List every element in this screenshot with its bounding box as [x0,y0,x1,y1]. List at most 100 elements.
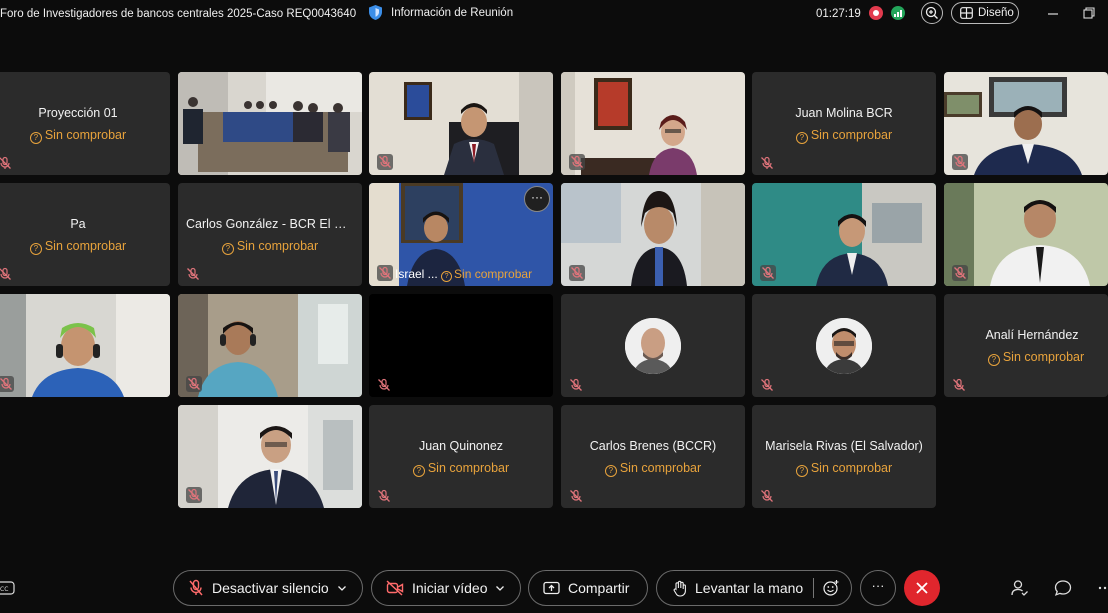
chat-icon[interactable] [1053,578,1073,598]
status-unverified: ? Sin comprobar [561,461,745,477]
meeting-title: Foro de Investigadores de bancos central… [0,8,357,20]
video-tile-woman-lanyard[interactable] [561,183,745,286]
minimize-icon[interactable] [1046,6,1060,20]
close-icon [916,582,928,594]
participant-name: Juan Molina BCR [795,106,893,120]
video-frame [369,72,553,175]
video-tile-man-suit-desk[interactable] [178,405,362,508]
leave-meeting-button[interactable] [904,570,940,606]
muted-mic-icon [761,378,773,391]
muted-mic-icon [186,487,202,503]
muted-mic-icon [186,376,202,392]
muted-mic-icon [570,489,582,502]
unmute-label: Desactivar silencio [212,580,329,596]
share-button[interactable]: Compartir [528,570,648,606]
captions-icon[interactable]: CC [0,578,16,598]
participant-tile-juan-molina[interactable]: Juan Molina BCR ? Sin comprobar [752,72,936,175]
meeting-info-label: Información de Reunión [391,6,514,19]
more-toolbar-icon[interactable] [1096,578,1108,598]
start-video-button[interactable]: Iniciar vídeo [371,570,521,606]
hand-icon [673,580,686,597]
video-tile-man-teal-wall[interactable] [752,183,936,286]
participant-name: Proyección 01 [38,106,118,120]
video-tile-man-suit-office[interactable] [369,72,553,175]
muted-mic-icon [0,156,11,169]
video-tile-man-white-shirt[interactable] [944,183,1108,286]
muted-mic-icon [0,267,11,280]
participant-tile-avatar-glasses[interactable] [752,294,936,397]
participant-name: Pa [70,217,86,231]
muted-mic-icon [952,154,968,170]
video-frame [944,183,1108,286]
video-tile-conference-room[interactable] [178,72,362,175]
status-unverified: ? Sin comprobar [178,239,362,255]
video-tile-woman-glasses[interactable] [561,72,745,175]
muted-mic-icon [953,378,965,391]
video-tile-israel[interactable]: ··· Israel ... ? Sin comprobar [369,183,553,286]
question-icon: ? [795,465,808,477]
divider [813,578,815,598]
question-icon: ? [29,132,42,144]
participant-tile-pa[interactable]: Pa ? Sin comprobar [0,183,170,286]
participant-tile-carlos-gonzalez[interactable]: Carlos González - BCR El Salvador ?Sin c… [178,183,362,286]
participant-tile-carlos-brenes[interactable]: Carlos Brenes (BCCR) ? Sin comprobar [561,405,745,508]
connection-stats-icon[interactable] [891,6,905,20]
question-icon: ? [604,465,617,477]
video-tile-man-headset-office[interactable] [178,294,362,397]
muted-mic-icon [569,154,585,170]
question-icon: ? [221,243,234,255]
participant-tile-juan-quinonez[interactable]: Juan Quinonez ? Sin comprobar [369,405,553,508]
participant-name: Carlos González - BCR El Salvador [186,217,362,231]
muted-mic-icon [187,267,199,280]
participant-name: Marisela Rivas (El Salvador) [765,439,923,453]
chevron-down-icon[interactable] [337,583,347,593]
participant-tile-marisela-rivas[interactable]: Marisela Rivas (El Salvador) ? Sin compro… [752,405,936,508]
muted-mic-icon [0,376,14,392]
meeting-timer: 01:27:19 [816,8,861,20]
video-frame [561,72,745,175]
muted-mic-icon [760,265,776,281]
video-off-icon [386,580,404,596]
participant-tile-proyeccion[interactable]: Proyección 01 ? Sin comprobar [0,72,170,175]
question-icon: ? [987,354,1000,366]
status-unverified: ? Sin comprobar [752,128,936,144]
more-options-button[interactable]: ··· [860,570,896,606]
more-options-icon[interactable]: ··· [524,186,550,212]
recording-icon[interactable] [869,6,883,20]
title-bar: Foro de Investigadores de bancos central… [0,0,1108,30]
participant-tile-avatar-bald[interactable] [561,294,745,397]
participant-name: Analí Hernández [985,328,1079,342]
video-frame [944,72,1108,175]
avatar [816,318,872,374]
raise-hand-button[interactable]: Levantar la mano [656,570,852,606]
status-unverified: ? Sin comprobar [369,461,553,477]
muted-mic-icon [569,265,585,281]
status-unverified: ? Sin comprobar [0,128,170,144]
video-tile-blank[interactable] [369,294,553,397]
video-tile-man-headset-green[interactable] [0,294,170,397]
svg-text:CC: CC [0,586,8,593]
video-tile-man-window[interactable] [944,72,1108,175]
layout-button[interactable]: Diseño [951,2,1019,24]
chevron-down-icon[interactable] [495,583,505,593]
grid-layout-icon [960,7,973,19]
raise-hand-label: Levantar la mano [695,580,804,596]
muted-mic-icon [377,265,393,281]
unmute-button[interactable]: Desactivar silencio [173,570,363,606]
layout-label: Diseño [978,7,1014,19]
muted-mic-icon [377,154,393,170]
muted-mic-icon [570,378,582,391]
muted-mic-icon [761,156,773,169]
video-frame [178,72,362,175]
zoom-icon[interactable] [921,2,943,24]
muted-mic-icon [952,265,968,281]
video-frame [0,294,170,397]
emoji-reactions-icon[interactable] [822,579,840,597]
participant-name: Carlos Brenes (BCCR) [589,439,717,453]
meeting-info-button[interactable]: Información de Reunión [368,4,513,21]
participant-name-overlay: Israel ... ? Sin comprobar [395,267,533,282]
participants-icon[interactable] [1009,578,1029,598]
avatar [625,318,681,374]
participant-tile-anali[interactable]: Analí Hernández ? Sin comprobar [944,294,1108,397]
restore-icon[interactable] [1082,6,1096,20]
